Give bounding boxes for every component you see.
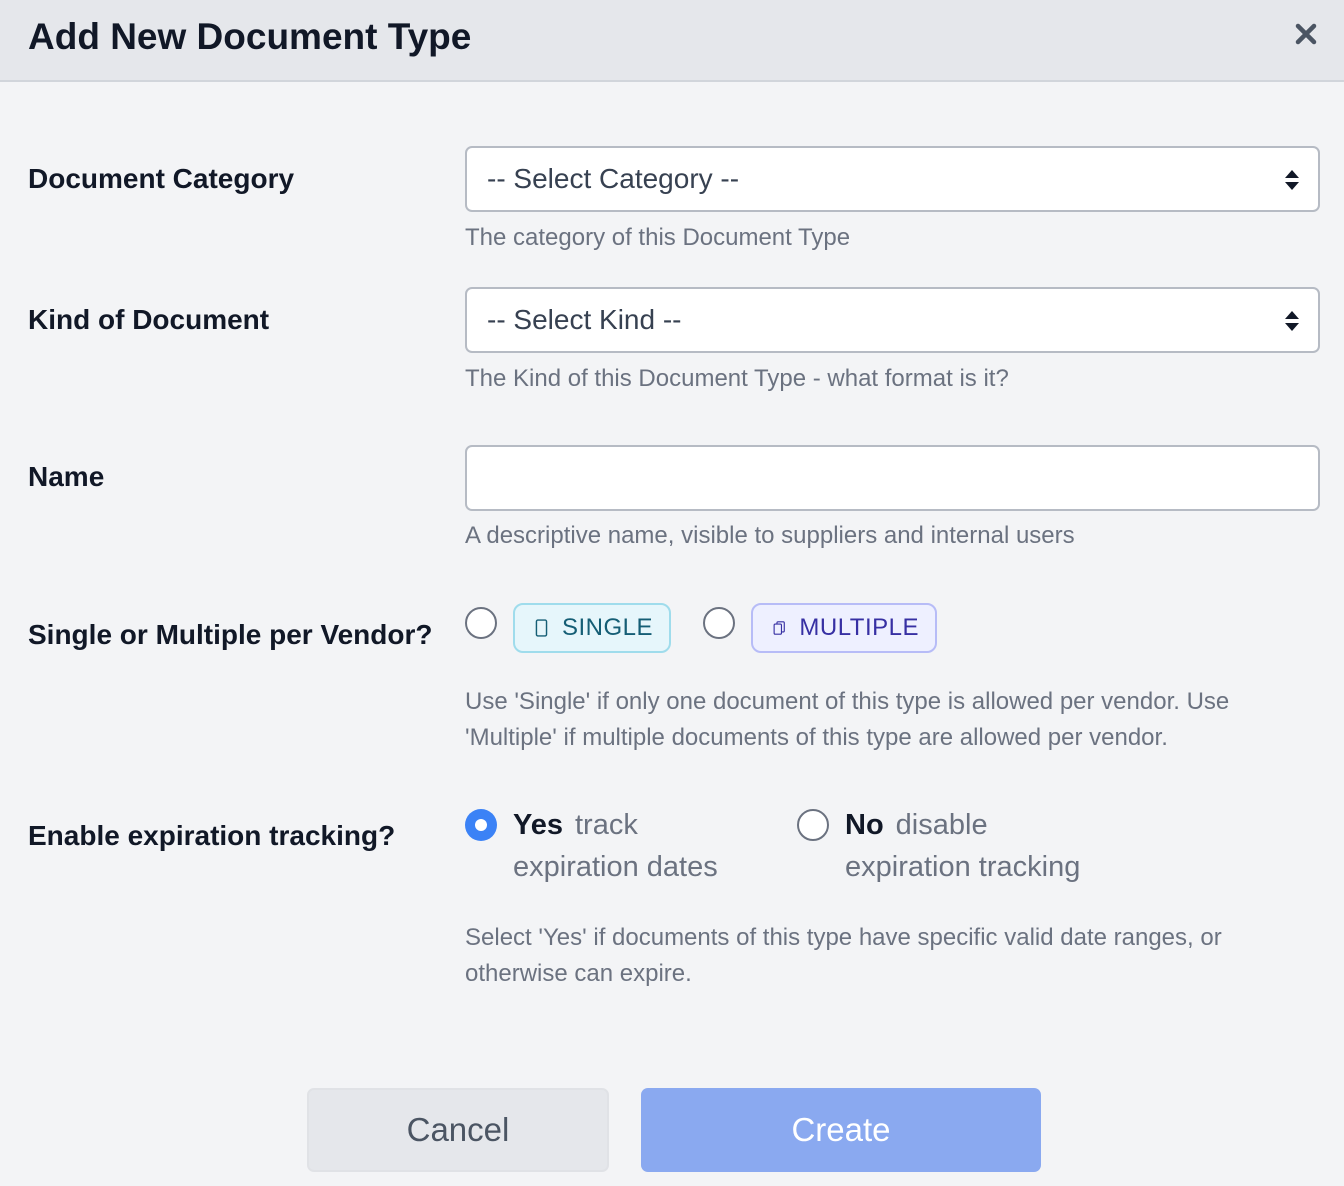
single-chip[interactable]: SINGLE xyxy=(513,603,671,653)
expiration-no-radio[interactable] xyxy=(797,809,829,841)
expiration-no-option[interactable]: No disable xyxy=(845,804,988,846)
kind-help: The Kind of this Document Type - what fo… xyxy=(465,365,1009,392)
dialog-title: Add New Document Type xyxy=(28,16,472,57)
expiration-help-line1: Select 'Yes' if documents of this type h… xyxy=(465,924,1222,951)
name-input[interactable] xyxy=(465,445,1320,511)
expiration-yes-desc1: track xyxy=(575,809,638,841)
cardinality-help-line1: Use 'Single' if only one document of thi… xyxy=(465,688,1230,715)
category-select-value: -- Select Category -- xyxy=(487,163,740,194)
close-button[interactable] xyxy=(1286,14,1326,54)
cancel-button[interactable]: Cancel xyxy=(307,1088,609,1172)
single-radio[interactable] xyxy=(465,607,497,639)
expiration-help-line2: otherwise can expire. xyxy=(465,960,692,987)
kind-select[interactable]: -- Select Kind -- xyxy=(465,287,1320,353)
single-chip-label: SINGLE xyxy=(561,614,653,641)
single-document-icon xyxy=(535,619,548,637)
expiration-no-desc1: disable xyxy=(895,809,988,841)
category-help: The category of this Document Type xyxy=(465,224,851,251)
select-arrows-icon xyxy=(1285,311,1299,331)
multiple-radio[interactable] xyxy=(703,607,735,639)
expiration-yes-desc2: expiration dates xyxy=(513,851,718,883)
category-select[interactable]: -- Select Category -- xyxy=(465,146,1320,212)
create-button[interactable]: Create xyxy=(641,1088,1041,1172)
dialog-header: Add New Document Type xyxy=(0,0,1344,82)
cardinality-help-line2: 'Multiple' if multiple documents of this… xyxy=(465,724,1168,751)
select-arrows-icon xyxy=(1285,170,1299,190)
multiple-chip[interactable]: MULTIPLE xyxy=(751,603,937,653)
name-help: A descriptive name, visible to suppliers… xyxy=(465,522,1075,549)
expiration-yes-radio[interactable] xyxy=(465,809,497,841)
name-label: Name xyxy=(28,461,105,492)
multiple-documents-icon xyxy=(773,621,785,635)
expiration-yes-title: Yes xyxy=(513,809,563,841)
kind-label: Kind of Document xyxy=(28,304,270,335)
kind-select-value: -- Select Kind -- xyxy=(487,304,682,335)
cardinality-label: Single or Multiple per Vendor? xyxy=(28,619,433,650)
close-icon xyxy=(1295,23,1317,45)
multiple-chip-label: MULTIPLE xyxy=(799,614,919,641)
expiration-yes-option[interactable]: Yes track xyxy=(513,804,638,846)
expiration-no-desc2: expiration tracking xyxy=(845,851,1081,883)
category-label: Document Category xyxy=(28,163,295,194)
expiration-no-title: No xyxy=(845,809,884,841)
expiration-label: Enable expiration tracking? xyxy=(28,820,396,851)
